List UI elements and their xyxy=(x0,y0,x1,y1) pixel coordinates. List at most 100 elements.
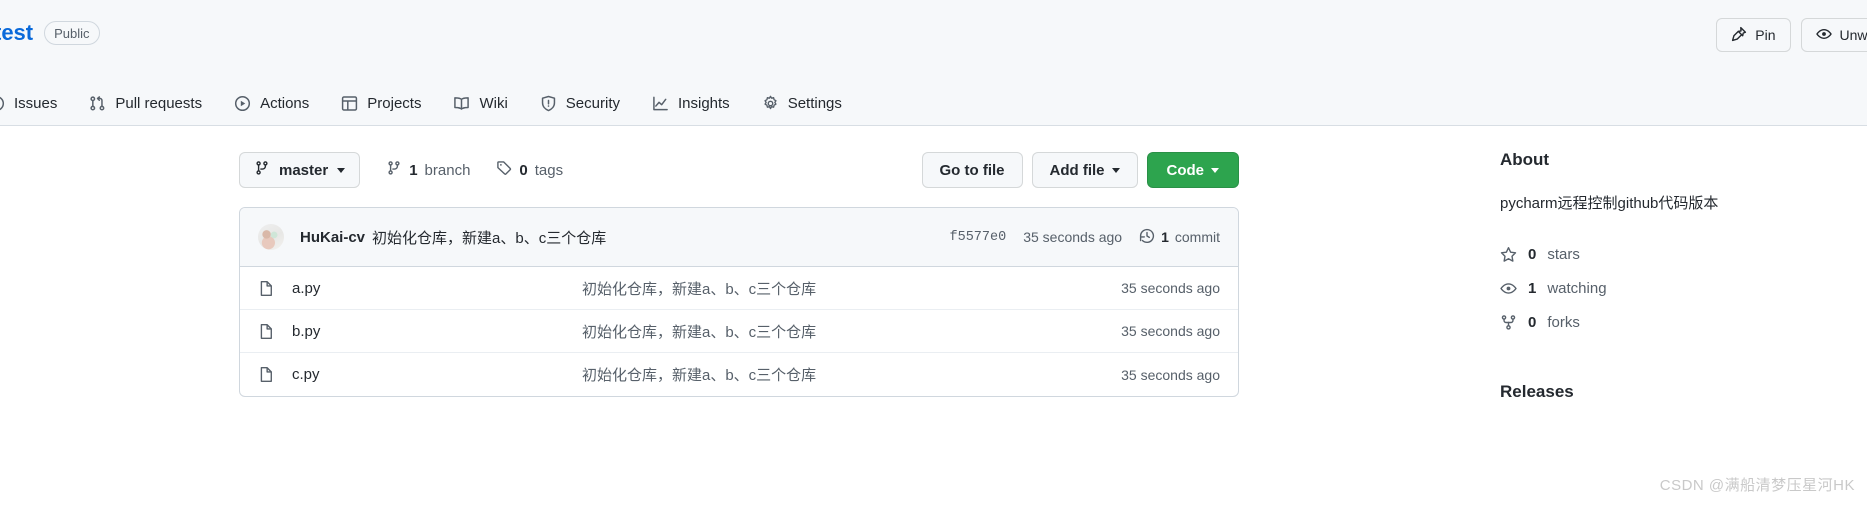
tag-count-label: tags xyxy=(534,161,564,179)
stars-stat[interactable]: 0 stars xyxy=(1500,238,1860,272)
go-to-file-button[interactable]: Go to file xyxy=(921,152,1023,188)
tab-pull-requests-label: Pull requests xyxy=(115,94,203,112)
stars-label: stars xyxy=(1547,246,1580,263)
tab-pull-requests[interactable]: Pull requests xyxy=(73,85,218,121)
branch-count-value: 1 xyxy=(409,161,418,179)
file-name[interactable]: c.py xyxy=(292,366,582,383)
tab-insights[interactable]: Insights xyxy=(636,85,746,121)
branch-count[interactable]: 1 branch xyxy=(386,160,470,180)
main-content: master 1 branch 0 tags Go to file Add fi… xyxy=(0,126,1867,514)
file-listing: HuKai-cv 初始化仓库，新建a、b、c三个仓库 f5577e0 35 se… xyxy=(239,207,1239,397)
tab-projects[interactable]: Projects xyxy=(325,85,437,121)
tab-actions[interactable]: Actions xyxy=(218,85,325,121)
page-title[interactable]: test xyxy=(0,20,33,46)
branch-bar: master 1 branch 0 tags Go to file Add fi… xyxy=(239,150,1239,190)
tag-count[interactable]: 0 tags xyxy=(496,160,563,180)
table-row[interactable]: c.py 初始化仓库，新建a、b、c三个仓库 35 seconds ago xyxy=(240,353,1238,396)
commit-count[interactable]: 1 commit xyxy=(1139,228,1220,247)
about-heading: About xyxy=(1500,150,1550,169)
file-name[interactable]: b.py xyxy=(292,323,582,340)
unwatch-button[interactable]: Unwatch xyxy=(1800,18,1867,52)
tab-wiki[interactable]: Wiki xyxy=(437,85,523,121)
file-icon xyxy=(258,366,276,383)
repo-nav: Issues Pull requests Actions Projects Wi… xyxy=(0,82,858,124)
graph-icon xyxy=(652,95,669,112)
avatar[interactable] xyxy=(258,224,284,250)
tab-actions-label: Actions xyxy=(260,94,310,112)
issue-opened-icon xyxy=(0,95,5,112)
tab-projects-label: Projects xyxy=(367,94,422,112)
add-file-button[interactable]: Add file xyxy=(1031,152,1138,188)
tab-wiki-label: Wiki xyxy=(479,94,508,112)
tab-settings-label: Settings xyxy=(787,94,842,112)
tab-settings[interactable]: Settings xyxy=(746,85,858,121)
file-name[interactable]: a.py xyxy=(292,280,582,297)
commit-message[interactable]: 初始化仓库，新建a、b、c三个仓库 xyxy=(372,227,606,248)
header-actions: Pin Unwatch xyxy=(1716,18,1867,52)
history-icon xyxy=(1139,228,1155,247)
forks-stat[interactable]: 0 forks xyxy=(1500,306,1860,340)
chevron-down-icon xyxy=(337,167,346,173)
tab-issues-label: Issues xyxy=(14,94,58,112)
pin-icon xyxy=(1731,26,1747,45)
branch-selector-label: master xyxy=(279,161,329,179)
file-icon xyxy=(258,280,276,297)
tab-issues[interactable]: Issues xyxy=(0,85,73,121)
commit-author[interactable]: HuKai-cv xyxy=(300,229,365,246)
commit-time: 35 seconds ago xyxy=(1023,229,1123,245)
play-icon xyxy=(234,95,251,112)
repo-content-column: master 1 branch 0 tags Go to file Add fi… xyxy=(239,150,1239,397)
file-time: 35 seconds ago xyxy=(1121,366,1220,383)
repo-stats: 0 stars 1 watching 0 forks xyxy=(1500,238,1860,340)
unwatch-button-label: Unwatch xyxy=(1839,27,1867,43)
commit-sha[interactable]: f5577e0 xyxy=(950,230,1007,245)
pin-button[interactable]: Pin xyxy=(1716,18,1791,52)
latest-commit-row: HuKai-cv 初始化仓库，新建a、b、c三个仓库 f5577e0 35 se… xyxy=(240,208,1238,267)
forks-count: 0 xyxy=(1528,314,1537,331)
file-time: 35 seconds ago xyxy=(1121,323,1220,339)
table-icon xyxy=(341,95,358,112)
commit-meta: f5577e0 35 seconds ago 1 commit xyxy=(950,228,1220,247)
table-row[interactable]: b.py 初始化仓库，新建a、b、c三个仓库 35 seconds ago xyxy=(240,310,1238,353)
code-label: Code xyxy=(1166,161,1205,179)
repo-forked-icon xyxy=(1500,314,1517,331)
git-branch-icon xyxy=(386,160,402,180)
about-description: pycharm远程控制github代码版本 xyxy=(1500,195,1719,212)
tag-icon xyxy=(496,160,512,180)
branch-count-label: branch xyxy=(424,161,471,179)
repo-header: test Public Pin Unwatch xyxy=(0,0,1867,126)
tab-security-label: Security xyxy=(565,94,620,112)
branch-meta: 1 branch 0 tags xyxy=(386,160,563,180)
commit-count-value: 1 xyxy=(1161,229,1169,245)
watching-stat[interactable]: 1 watching xyxy=(1500,272,1860,306)
git-branch-icon xyxy=(254,160,270,180)
watching-count: 1 xyxy=(1528,280,1537,297)
code-button[interactable]: Code xyxy=(1146,152,1239,188)
forks-label: forks xyxy=(1547,314,1580,331)
watermark: CSDN @满船清梦压星河HK xyxy=(1659,477,1855,494)
git-pull-request-icon xyxy=(89,95,106,112)
tab-security[interactable]: Security xyxy=(524,85,636,121)
shield-icon xyxy=(540,95,557,112)
file-commit-message[interactable]: 初始化仓库，新建a、b、c三个仓库 xyxy=(582,321,1121,342)
stars-count: 0 xyxy=(1528,246,1537,263)
add-file-label: Add file xyxy=(1049,161,1105,179)
status-badge: Public xyxy=(44,21,100,46)
chevron-down-icon xyxy=(1111,167,1120,173)
about-sidebar: About pycharm远程控制github代码版本 0 stars 1 wa… xyxy=(1500,150,1860,402)
file-time: 35 seconds ago xyxy=(1121,280,1220,296)
file-commit-message[interactable]: 初始化仓库，新建a、b、c三个仓库 xyxy=(582,278,1121,299)
chevron-down-icon xyxy=(1211,167,1219,173)
file-commit-message[interactable]: 初始化仓库，新建a、b、c三个仓库 xyxy=(582,364,1121,385)
branch-selector[interactable]: master xyxy=(239,152,361,188)
eye-icon xyxy=(1815,26,1832,45)
book-icon xyxy=(453,95,470,112)
table-row[interactable]: a.py 初始化仓库，新建a、b、c三个仓库 35 seconds ago xyxy=(240,267,1238,310)
tab-insights-label: Insights xyxy=(677,94,730,112)
commit-count-label: commit xyxy=(1174,229,1220,245)
gear-icon xyxy=(762,95,779,112)
watching-label: watching xyxy=(1547,280,1607,297)
pin-button-label: Pin xyxy=(1755,27,1776,43)
releases-heading: Releases xyxy=(1500,381,1574,401)
branch-actions: Go to file Add file Code xyxy=(921,152,1239,188)
